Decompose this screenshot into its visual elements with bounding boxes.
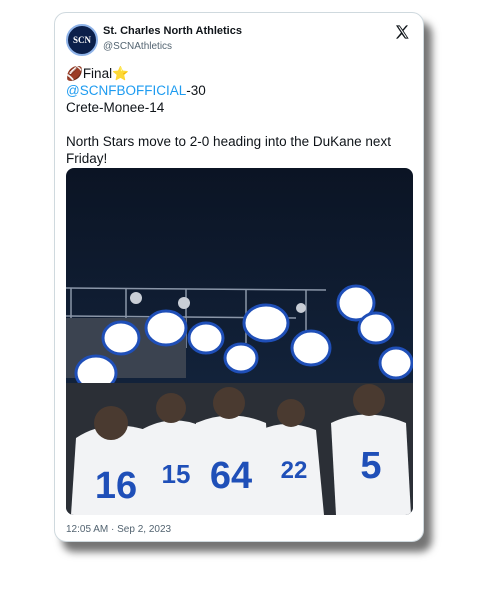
team-photo[interactable]: 16 15 64 22 5 <box>66 168 413 515</box>
jersey-number: 16 <box>95 465 137 507</box>
x-logo-icon[interactable] <box>394 24 410 40</box>
mention-score: -30 <box>186 83 206 98</box>
tweet-body-line1: North Stars move to 2-0 heading into the… <box>66 134 391 149</box>
tweet-text: 🏈Final⭐ @SCNFBOFFICIAL-30 Crete-Monee-14… <box>66 65 411 167</box>
tweet-card[interactable]: SCN St. Charles North Athletics @SCNAthl… <box>54 12 424 542</box>
jersey-number: 5 <box>360 445 381 487</box>
football-emoji: 🏈 <box>66 66 83 81</box>
account-handle[interactable]: @SCNAthletics <box>103 41 172 52</box>
star-emoji: ⭐ <box>112 66 129 81</box>
tweet-body-line2: Friday! <box>66 151 108 166</box>
mention-link[interactable]: @SCNFBOFFICIAL <box>66 83 186 98</box>
jersey-number: 15 <box>162 459 191 489</box>
jersey-number: 64 <box>210 455 252 497</box>
jersey-number: 22 <box>281 457 308 484</box>
tweet-timestamp[interactable]: 12:05 AM · Sep 2, 2023 <box>66 524 171 535</box>
account-name[interactable]: St. Charles North Athletics <box>103 25 242 37</box>
account-avatar[interactable]: SCN <box>66 24 98 56</box>
team-photo-image: 16 15 64 22 5 <box>66 168 413 515</box>
opponent-score: Crete-Monee-14 <box>66 100 165 115</box>
avatar-text: SCN <box>72 35 91 45</box>
final-label: Final <box>82 66 113 81</box>
